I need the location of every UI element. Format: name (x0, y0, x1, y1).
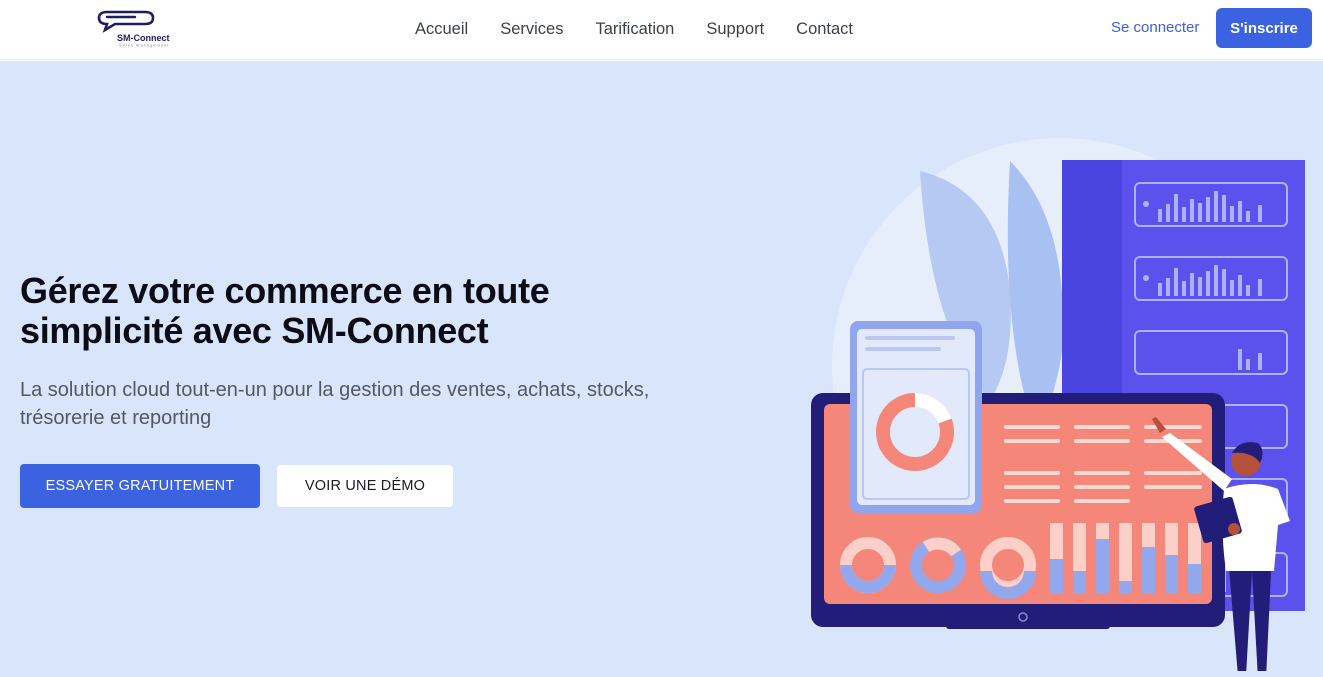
hero-section: Gérez votre commerce en toute simplicité… (0, 61, 1323, 677)
hero-subtitle: La solution cloud tout-en-un pour la ges… (20, 379, 650, 429)
sm-connect-logo[interactable]: SM-Connect Sales Management (95, 8, 175, 48)
chat-bubble-logo-icon: SM-Connect Sales Management (97, 10, 170, 48)
nav-link-accueil[interactable]: Accueil (399, 20, 484, 39)
hero-title: Gérez votre commerce en toute simplicité… (20, 270, 550, 351)
login-link[interactable]: Se connecter (1111, 19, 1199, 36)
nav-link-support[interactable]: Support (690, 20, 780, 39)
nav-link-contact[interactable]: Contact (780, 20, 869, 39)
signup-button[interactable]: S'inscrire (1216, 8, 1312, 48)
dashboard-illustration (811, 138, 1305, 671)
logo-tagline: Sales Management (119, 43, 169, 48)
top-navbar: SM-Connect Sales Management Accueil Serv… (0, 0, 1323, 60)
main-nav: Accueil Services Tarification Support Co… (399, 0, 869, 58)
logo-name: SM-Connect (117, 33, 170, 43)
nav-link-tarification[interactable]: Tarification (579, 20, 690, 39)
nav-link-services[interactable]: Services (484, 20, 579, 39)
free-trial-button[interactable]: ESSAYER GRATUITEMENT (20, 464, 260, 508)
tablet-card (850, 321, 982, 513)
demo-button[interactable]: VOIR UNE DÉMO (277, 465, 453, 507)
